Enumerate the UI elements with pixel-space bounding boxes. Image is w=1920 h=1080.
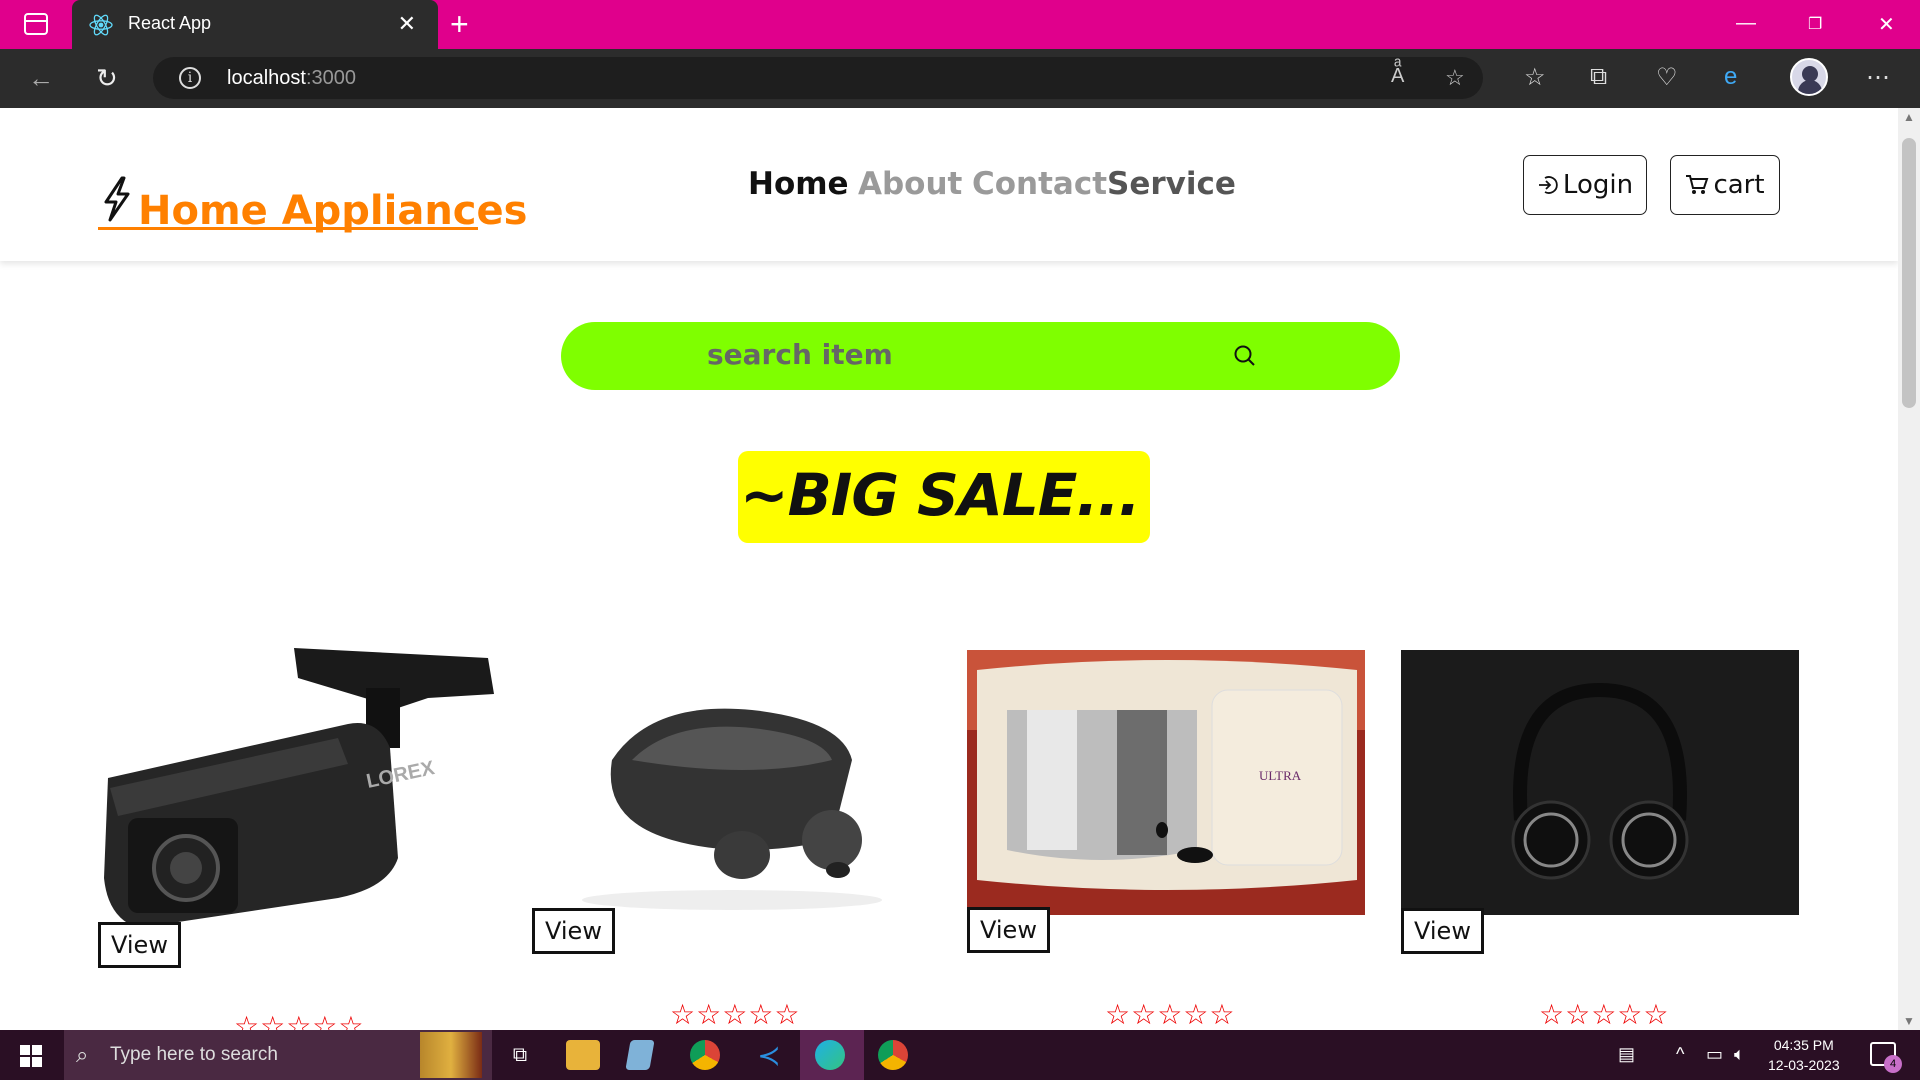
search-input[interactable]: search item bbox=[707, 338, 893, 371]
address-bar[interactable]: i localhost:3000 A͏ͣ ☆ bbox=[153, 57, 1483, 99]
task-view-icon[interactable]: ⧉ bbox=[503, 1040, 537, 1070]
clock[interactable]: 04:35 PM 12-03-2023 bbox=[1768, 1035, 1840, 1075]
nav-about[interactable]: About bbox=[858, 166, 962, 202]
react-icon bbox=[89, 14, 113, 36]
headphones-image bbox=[1401, 650, 1799, 915]
product-card: ULTRA View ☆☆☆☆☆ bbox=[967, 650, 1365, 1030]
rating-stars: ☆☆☆☆☆ bbox=[1105, 999, 1236, 1030]
chrome-profile-icon[interactable] bbox=[878, 1040, 908, 1070]
news-icon[interactable]: ▤ bbox=[1618, 1044, 1635, 1065]
nav-service[interactable]: Service bbox=[1107, 166, 1236, 202]
login-label: Login bbox=[1562, 170, 1634, 200]
more-icon[interactable]: ⋯ bbox=[1866, 63, 1890, 92]
search-highlight-image bbox=[420, 1032, 482, 1078]
profile-avatar[interactable] bbox=[1790, 58, 1828, 96]
browser-tabbar: React App ✕ + — ❐ ✕ bbox=[0, 0, 1920, 49]
search-icon[interactable] bbox=[1233, 344, 1257, 368]
show-hidden-icons[interactable]: ^ bbox=[1676, 1044, 1684, 1065]
window-close-icon[interactable]: ✕ bbox=[1878, 12, 1895, 37]
lightning-icon bbox=[104, 176, 130, 222]
product-card: LOREX View ☆☆☆☆☆ bbox=[98, 648, 496, 1030]
notification-badge: 4 bbox=[1884, 1055, 1902, 1073]
view-label: View bbox=[111, 931, 168, 959]
clock-date: 12-03-2023 bbox=[1768, 1057, 1840, 1073]
view-button[interactable]: View bbox=[967, 907, 1050, 953]
sale-banner: ~BIG SALE... bbox=[738, 451, 1150, 543]
sale-banner-text: ~BIG SALE... bbox=[740, 461, 1141, 529]
windows-start-icon[interactable] bbox=[20, 1045, 42, 1067]
vscode-icon[interactable]: ≺ bbox=[752, 1040, 786, 1071]
windows-taskbar: ⌕ Type here to search ⧉ ≺ ▤ ^ ▭ 🔈︎ 04:35… bbox=[0, 1030, 1920, 1080]
taskbar-search-icon: ⌕ bbox=[76, 1042, 89, 1067]
tab-title: React App bbox=[128, 13, 212, 33]
edge-taskbar-icon[interactable] bbox=[815, 1040, 845, 1070]
rating-stars: ☆☆☆☆☆ bbox=[234, 1011, 365, 1030]
add-favorite-icon[interactable]: ☆ bbox=[1445, 65, 1465, 91]
scroll-up-icon[interactable]: ▲ bbox=[1903, 110, 1915, 124]
wet-grinder-image: ULTRA bbox=[967, 650, 1365, 915]
close-tab-icon[interactable]: ✕ bbox=[398, 11, 416, 37]
product-card: View ☆☆☆☆☆ bbox=[532, 650, 930, 1030]
cart-label: cart bbox=[1713, 170, 1765, 200]
notepad-icon[interactable] bbox=[625, 1040, 655, 1070]
chrome-icon[interactable] bbox=[690, 1040, 720, 1070]
volume-icon[interactable]: 🔈︎ bbox=[1734, 1044, 1745, 1065]
taskbar-search[interactable]: ⌕ Type here to search bbox=[64, 1030, 492, 1080]
security-camera-image: LOREX bbox=[104, 648, 494, 928]
login-button[interactable]: Login bbox=[1523, 155, 1647, 215]
clock-time: 04:35 PM bbox=[1773, 1037, 1834, 1053]
brand-underline bbox=[98, 227, 478, 230]
page-viewport: Home Appliances Home About Contact Servi… bbox=[0, 108, 1898, 1030]
health-icon[interactable]: ♡ bbox=[1656, 63, 1678, 92]
product-card: View ☆☆☆☆☆ bbox=[1401, 650, 1799, 1030]
view-button[interactable]: View bbox=[98, 922, 181, 968]
nav-contact[interactable]: Contact bbox=[972, 166, 1107, 202]
taskbar-search-input[interactable]: Type here to search bbox=[110, 1044, 278, 1066]
svg-text:ULTRA: ULTRA bbox=[1259, 768, 1302, 783]
restore-icon[interactable]: ❐ bbox=[1808, 14, 1822, 34]
cart-icon bbox=[1686, 175, 1709, 194]
login-icon bbox=[1538, 176, 1558, 194]
cart-button[interactable]: cart bbox=[1670, 155, 1780, 215]
scroll-down-icon[interactable]: ▼ bbox=[1903, 1014, 1915, 1028]
view-label: View bbox=[1414, 917, 1471, 945]
minimize-icon[interactable]: — bbox=[1736, 12, 1756, 35]
tab-react-app[interactable]: React App ✕ bbox=[72, 0, 438, 49]
search-bar[interactable]: search item bbox=[561, 322, 1400, 390]
rating-stars: ☆☆☆☆☆ bbox=[1539, 999, 1670, 1030]
view-button[interactable]: View bbox=[1401, 908, 1484, 954]
site-navbar: Home Appliances Home About Contact Servi… bbox=[0, 108, 1898, 261]
page-scrollbar[interactable]: ▲ ▼ bbox=[1898, 108, 1920, 1030]
view-button[interactable]: View bbox=[532, 908, 615, 954]
edge-icon[interactable]: e bbox=[1724, 63, 1737, 91]
rating-stars: ☆☆☆☆☆ bbox=[670, 999, 801, 1030]
view-label: View bbox=[545, 917, 602, 945]
view-label: View bbox=[980, 916, 1037, 944]
new-tab-icon[interactable]: + bbox=[450, 6, 469, 43]
network-icon[interactable]: ▭ bbox=[1706, 1044, 1723, 1065]
file-explorer-icon[interactable] bbox=[566, 1040, 600, 1070]
back-icon[interactable]: ← bbox=[28, 63, 54, 94]
nav-home[interactable]: Home bbox=[748, 166, 849, 202]
wireless-earbuds-image bbox=[582, 708, 882, 910]
browser-toolbar: ← ↻ i localhost:3000 A͏ͣ ☆ ☆ ⧉ ♡ e ⋯ bbox=[0, 49, 1920, 108]
refresh-icon[interactable]: ↻ bbox=[96, 63, 118, 94]
tab-actions-icon[interactable] bbox=[24, 13, 48, 35]
favorites-icon[interactable]: ☆ bbox=[1524, 63, 1546, 92]
collections-icon[interactable]: ⧉ bbox=[1590, 63, 1607, 91]
scrollbar-thumb[interactable] bbox=[1902, 138, 1916, 408]
url-text: localhost:3000 bbox=[227, 67, 356, 89]
site-info-icon[interactable]: i bbox=[179, 67, 201, 89]
read-aloud-icon[interactable]: A͏ͣ bbox=[1391, 65, 1404, 88]
